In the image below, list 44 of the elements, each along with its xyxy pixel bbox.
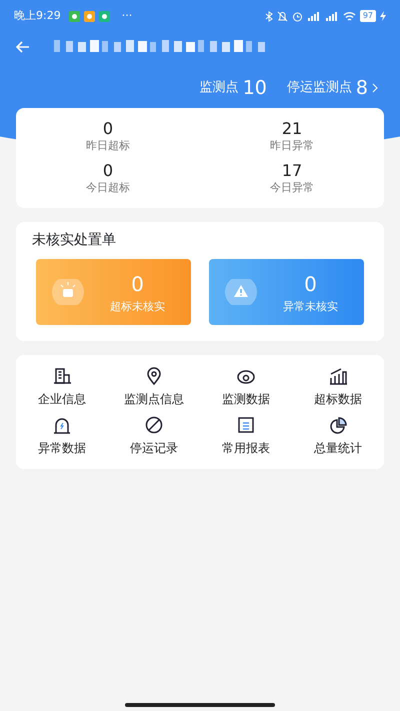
- pie-chart-icon: [328, 416, 348, 436]
- points-count: 10: [242, 76, 267, 101]
- building-icon: [52, 367, 72, 386]
- wifi-icon: [342, 10, 356, 22]
- menu-item[interactable]: 常用报表: [200, 412, 292, 462]
- stat-label: 昨日超标: [86, 138, 130, 154]
- bar-chart-icon: [328, 367, 348, 386]
- status-time: 晚上9:29: [14, 8, 61, 24]
- alarm-icon: [292, 10, 303, 22]
- chevron-right-icon: [372, 83, 378, 93]
- stat-value: 0: [102, 120, 114, 138]
- more-text: ···: [122, 8, 132, 24]
- stat-label: 昨日异常: [270, 138, 314, 154]
- menu-item[interactable]: 停运记录: [108, 412, 200, 462]
- prohibited-icon: [144, 416, 164, 436]
- menu-item[interactable]: 监测点信息: [108, 363, 200, 412]
- bluetooth-icon: [264, 10, 273, 22]
- menu-item[interactable]: 监测数据: [200, 363, 292, 412]
- points-label: 监测点: [200, 79, 239, 98]
- stat-label: 今日异常: [270, 180, 314, 196]
- location-pin-icon: [144, 367, 164, 386]
- section-title: 未核实处置单: [32, 231, 117, 250]
- menu-item[interactable]: 异常数据: [16, 412, 108, 462]
- report-icon: [236, 416, 256, 436]
- stat-value: 0: [102, 162, 114, 180]
- pending-label: 超标未核实: [110, 298, 165, 315]
- stat-label: 今日超标: [86, 180, 130, 196]
- menu-item[interactable]: 超标数据: [292, 363, 384, 412]
- back-icon[interactable]: [16, 41, 30, 53]
- pending-label: 异常未核实: [283, 298, 338, 315]
- alarm-light-icon: [52, 416, 72, 436]
- menu-item[interactable]: 企业信息: [16, 363, 108, 412]
- charging-icon: [380, 11, 386, 21]
- stat-value: 17: [282, 162, 302, 180]
- bell-off-icon: [276, 10, 288, 22]
- stat-value: 21: [282, 120, 302, 138]
- signal-icon: [324, 10, 339, 22]
- pending-count: 0: [304, 270, 317, 298]
- warning-icon: [225, 279, 257, 306]
- battery-level: 97: [360, 10, 376, 22]
- pending-count: 0: [131, 270, 144, 298]
- siren-icon: [52, 279, 84, 306]
- menu-item[interactable]: 总量统计: [292, 412, 384, 462]
- signal-icon: [306, 10, 321, 22]
